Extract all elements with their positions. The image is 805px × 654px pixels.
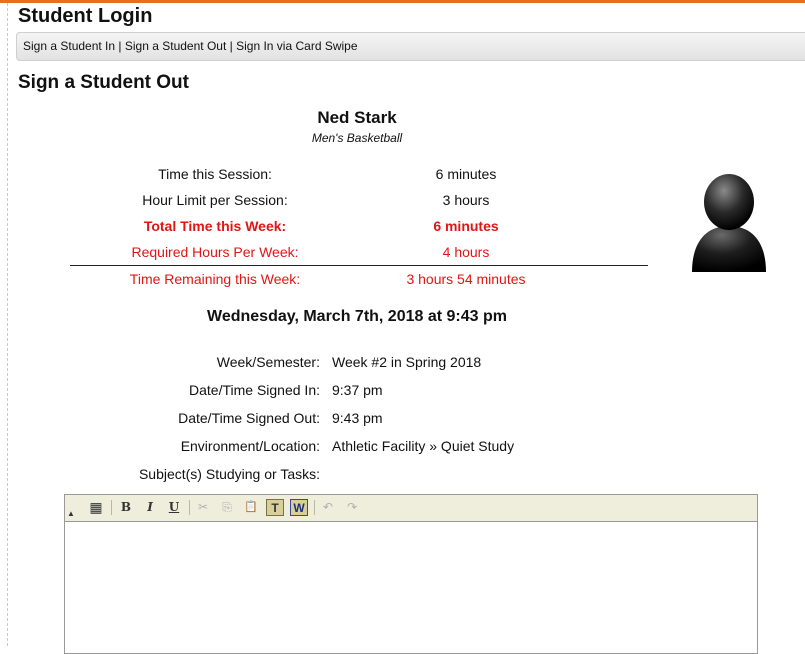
detail-value: 9:43 pm xyxy=(332,410,383,426)
detail-label: Week/Semester: xyxy=(216,354,320,370)
bold-icon[interactable]: B xyxy=(117,499,135,516)
detail-row-week: Week/Semester: Week #2 in Spring 2018 xyxy=(0,354,805,378)
insert-table-icon[interactable]: ▦ xyxy=(87,499,105,516)
toolbar-separator xyxy=(189,500,190,515)
nav-bar: Sign a Student In | Sign a Student Out |… xyxy=(16,32,805,61)
subjects-rich-text-editor: ▲ ▦ B I U ✂ ⎘ 📋 T W ↶ ↷ xyxy=(64,494,758,654)
italic-icon[interactable]: I xyxy=(141,499,159,516)
stat-row-time-remaining: Time Remaining this Week: 3 hours 54 min… xyxy=(70,271,648,297)
detail-label: Date/Time Signed Out: xyxy=(178,410,320,426)
stat-label: Time Remaining this Week: xyxy=(129,271,301,287)
stat-row-session-time: Time this Session: 6 minutes xyxy=(70,166,648,192)
stat-label: Required Hours Per Week: xyxy=(131,244,299,260)
stats-divider xyxy=(70,265,648,266)
detail-row-location: Environment/Location: Athletic Facility … xyxy=(0,438,805,462)
undo-icon[interactable]: ↶ xyxy=(319,499,337,516)
underline-icon[interactable]: U xyxy=(165,499,183,516)
copy-icon[interactable]: ⎘ xyxy=(218,499,236,516)
stat-value: 6 minutes xyxy=(433,218,499,234)
detail-value: Athletic Facility » Quiet Study xyxy=(332,438,515,454)
stat-row-hour-limit: Hour Limit per Session: 3 hours xyxy=(70,192,648,218)
stat-value: 4 hours xyxy=(442,244,490,260)
cut-icon[interactable]: ✂ xyxy=(194,499,212,516)
stat-value: 6 minutes xyxy=(435,166,497,182)
paste-icon[interactable]: 📋 xyxy=(242,499,260,516)
editor-toolbar: ▲ ▦ B I U ✂ ⎘ 📋 T W ↶ ↷ xyxy=(65,495,757,522)
nav-link-sign-out[interactable]: Sign a Student Out xyxy=(125,39,226,53)
detail-value: Week #2 in Spring 2018 xyxy=(332,354,482,370)
app-title: Student Login xyxy=(18,5,153,27)
collapse-toolbar-icon[interactable]: ▲ xyxy=(67,509,75,518)
stat-row-required-hours: Required Hours Per Week: 4 hours xyxy=(70,244,648,270)
detail-row-subjects: Subject(s) Studying or Tasks: xyxy=(0,466,805,490)
paste-as-text-icon[interactable]: T xyxy=(266,499,284,516)
paste-from-word-icon[interactable]: W xyxy=(290,499,308,516)
stat-label: Total Time this Week: xyxy=(143,218,287,234)
detail-row-signed-out: Date/Time Signed Out: 9:43 pm xyxy=(0,410,805,434)
detail-label: Subject(s) Studying or Tasks: xyxy=(138,466,320,482)
stat-label: Time this Session: xyxy=(158,166,272,182)
student-name: Ned Stark xyxy=(317,108,397,127)
detail-label: Environment/Location: xyxy=(180,438,320,454)
current-datetime: Wednesday, March 7th, 2018 at 9:43 pm xyxy=(207,308,507,325)
nav-link-sign-in[interactable]: Sign a Student In xyxy=(23,39,115,53)
stat-value: 3 hours 54 minutes xyxy=(406,271,526,287)
detail-value: 9:37 pm xyxy=(332,382,383,398)
student-team: Men's Basketball xyxy=(311,131,403,145)
toolbar-separator xyxy=(314,500,315,515)
editor-text-area[interactable] xyxy=(65,522,757,653)
detail-row-signed-in: Date/Time Signed In: 9:37 pm xyxy=(0,382,805,406)
avatar-placeholder-icon xyxy=(692,174,766,272)
stat-value: 3 hours xyxy=(442,192,490,208)
nav-separator: | xyxy=(118,39,122,53)
nav-separator: | xyxy=(229,39,233,53)
redo-icon[interactable]: ↷ xyxy=(343,499,361,516)
toolbar-separator xyxy=(111,500,112,515)
stat-label: Hour Limit per Session: xyxy=(142,192,288,208)
nav-link-card-swipe[interactable]: Sign In via Card Swipe xyxy=(236,39,357,53)
page-title: Sign a Student Out xyxy=(18,72,189,93)
stat-row-total-week: Total Time this Week: 6 minutes xyxy=(70,218,648,244)
top-accent-rule xyxy=(0,0,805,3)
detail-label: Date/Time Signed In: xyxy=(189,382,320,398)
